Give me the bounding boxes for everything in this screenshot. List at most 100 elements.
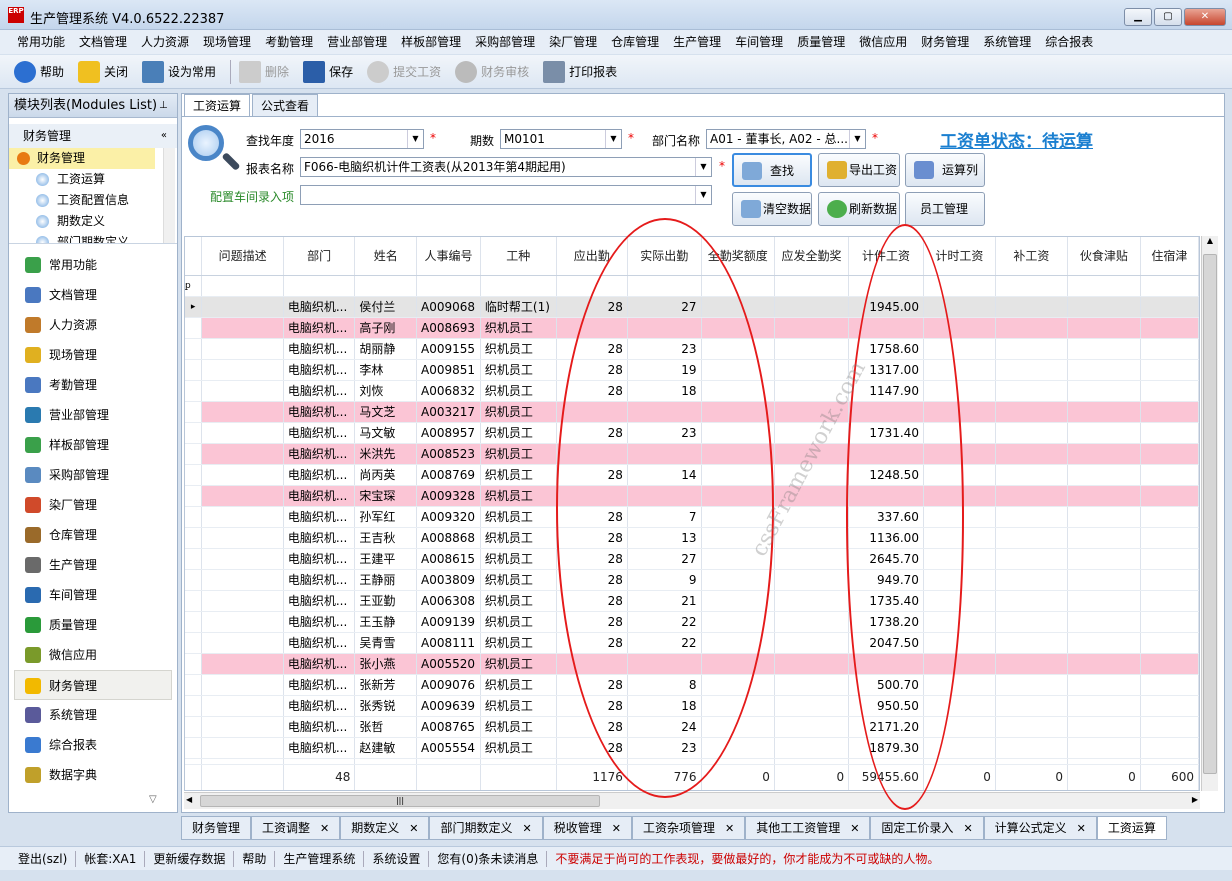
cell-issue[interactable] [201, 569, 284, 591]
help-button[interactable]: 帮助 [14, 60, 64, 83]
cell-id[interactable]: A009155 [416, 338, 481, 360]
cell-other[interactable] [995, 737, 1068, 759]
cell-full-pay[interactable] [774, 506, 850, 528]
collapse-icon[interactable]: « [161, 124, 167, 148]
cell-full-pay[interactable] [774, 590, 850, 612]
cell-full-pay[interactable] [774, 359, 850, 381]
chevron-down-icon[interactable]: ▼ [605, 130, 621, 148]
cell-full-pay[interactable] [774, 338, 850, 360]
cell-type[interactable]: 织机员工 [480, 632, 557, 654]
cell-name[interactable]: 胡丽静 [354, 338, 418, 360]
cell-full-pay[interactable] [774, 485, 850, 507]
cell-other[interactable] [1140, 653, 1199, 675]
cell-dept[interactable]: 电脑织机... [283, 338, 356, 360]
cell-other[interactable] [1067, 569, 1141, 591]
tree-item-period-def[interactable]: 期数定义 [9, 211, 177, 232]
cell-other[interactable] [995, 632, 1068, 654]
year-select[interactable]: 2016 ▼ [300, 129, 424, 149]
cell-other[interactable] [995, 548, 1068, 570]
close-button[interactable]: 关闭 [78, 60, 128, 83]
filter-cell[interactable] [354, 275, 418, 297]
menu-item[interactable]: 车间管理 [728, 30, 790, 54]
set-common-button[interactable]: 设为常用 [142, 60, 216, 83]
cell-name[interactable]: 宋宝琛 [354, 485, 418, 507]
cell-other[interactable] [1067, 422, 1141, 444]
scroll-right-icon[interactable]: ▶ [1192, 795, 1198, 804]
cell-full-pay[interactable] [774, 716, 850, 738]
cell-full-pay[interactable] [774, 527, 850, 549]
close-tab-icon[interactable]: ✕ [850, 822, 859, 835]
tab-formula-view[interactable]: 公式查看 [252, 94, 319, 116]
tree-item-salary-config[interactable]: 工资配置信息 [9, 190, 177, 211]
cell-type[interactable]: 织机员工 [480, 674, 557, 696]
cell-issue[interactable] [201, 716, 284, 738]
cell-other[interactable] [1067, 443, 1141, 465]
cell-issue[interactable] [201, 443, 284, 465]
cell-other[interactable] [995, 338, 1068, 360]
cell-other[interactable] [995, 695, 1068, 717]
cell-other[interactable] [1140, 506, 1199, 528]
cell-full-pay[interactable] [774, 317, 850, 339]
cell-id[interactable]: A003217 [416, 401, 481, 423]
cell-other[interactable] [1140, 548, 1199, 570]
finance-audit-button[interactable]: 财务审核 [455, 60, 529, 83]
unread-messages[interactable]: 您有(0)条未读消息 [429, 850, 548, 867]
cell-other[interactable] [995, 569, 1068, 591]
dept-select[interactable]: A01 - 董事长, A02 - 总... ▼ [706, 129, 866, 149]
filter-cell[interactable] [416, 275, 481, 297]
cell-id[interactable]: A008615 [416, 548, 481, 570]
cell-id[interactable]: A009328 [416, 485, 481, 507]
close-tab-icon[interactable]: ✕ [409, 822, 418, 835]
menu-item[interactable]: 系统管理 [976, 30, 1038, 54]
cell-issue[interactable] [201, 317, 284, 339]
scroll-up-icon[interactable]: ▲ [1202, 236, 1218, 245]
cell-dept[interactable]: 电脑织机... [283, 590, 356, 612]
filter-cell[interactable] [283, 275, 356, 297]
cell-name[interactable]: 王建平 [354, 548, 418, 570]
cell-name[interactable]: 张秀锐 [354, 695, 418, 717]
cell-dept[interactable]: 电脑织机... [283, 317, 356, 339]
bottom-tab[interactable]: 其他工工资管理 ✕ [745, 816, 871, 840]
cell-id[interactable]: A006832 [416, 380, 481, 402]
module-item[interactable]: 数据字典 [9, 760, 177, 790]
menu-item[interactable]: 综合报表 [1038, 30, 1100, 54]
bottom-tab[interactable]: 固定工价录入 ✕ [870, 816, 984, 840]
cell-id[interactable]: A008693 [416, 317, 481, 339]
module-item[interactable]: 常用功能 [9, 250, 177, 280]
module-item[interactable]: 生产管理 [9, 550, 177, 580]
cell-dept[interactable]: 电脑织机... [283, 359, 356, 381]
column-header[interactable]: 应发全勤奖 [774, 237, 850, 276]
cell-other[interactable] [995, 464, 1068, 486]
cell-type[interactable]: 织机员工 [480, 380, 557, 402]
cell-issue[interactable] [201, 422, 284, 444]
filter-cell[interactable] [1067, 275, 1141, 297]
menu-item[interactable]: 人力资源 [134, 30, 196, 54]
settings-link[interactable]: 系统设置 [364, 850, 430, 867]
menu-item[interactable]: 采购部管理 [468, 30, 542, 54]
cell-id[interactable]: A009068 [416, 296, 481, 318]
cell-other[interactable] [1067, 548, 1141, 570]
cell-other[interactable] [995, 422, 1068, 444]
cell-other[interactable] [1140, 737, 1199, 759]
menu-item[interactable]: 考勤管理 [258, 30, 320, 54]
cell-id[interactable]: A009076 [416, 674, 481, 696]
cell-issue[interactable] [201, 296, 284, 318]
cell-other[interactable] [1067, 716, 1141, 738]
cell-name[interactable]: 王玉静 [354, 611, 418, 633]
cell-issue[interactable] [201, 611, 284, 633]
scroll-left-icon[interactable]: ◀ [186, 795, 192, 804]
maximize-button[interactable]: ▢ [1154, 8, 1182, 26]
module-item[interactable]: 现场管理 [9, 340, 177, 370]
filter-cell[interactable] [1140, 275, 1199, 297]
calc-column-button[interactable]: 运算列 [905, 153, 985, 187]
column-header[interactable]: 姓名 [354, 237, 418, 276]
cell-full-pay[interactable] [774, 296, 850, 318]
cell-name[interactable]: 李林 [354, 359, 418, 381]
bottom-tab[interactable]: 部门期数定义 ✕ [429, 816, 543, 840]
cell-name[interactable]: 孙军红 [354, 506, 418, 528]
bottom-tab[interactable]: 工资调整 ✕ [251, 816, 341, 840]
menu-item[interactable]: 财务管理 [914, 30, 976, 54]
close-tab-icon[interactable]: ✕ [1077, 822, 1086, 835]
period-select[interactable]: M0101 ▼ [500, 129, 622, 149]
column-header[interactable]: 部门 [283, 237, 356, 276]
